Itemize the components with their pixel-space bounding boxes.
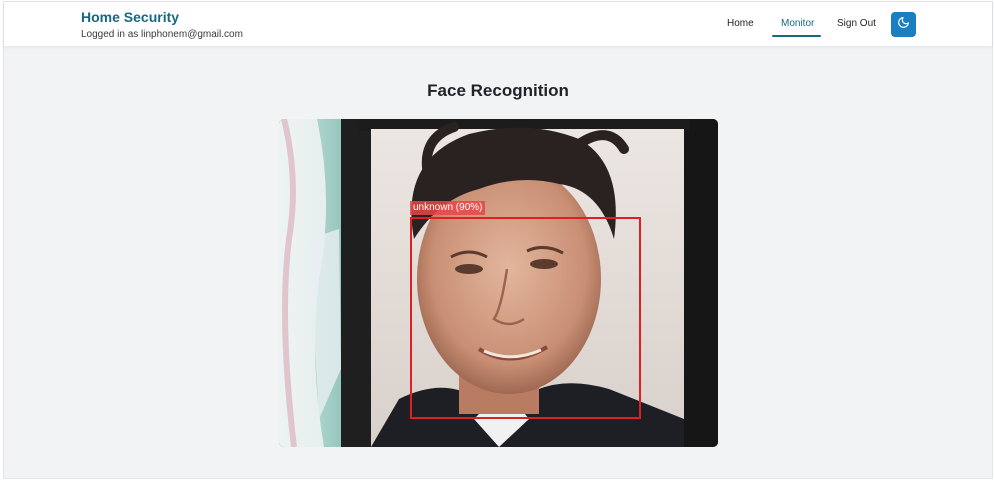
sign-out-button[interactable]: Sign Out — [837, 18, 876, 29]
logged-in-status: Logged in as linphonem@gmail.com — [81, 29, 243, 40]
app-frame: Home Security Logged in as linphonem@gma… — [3, 1, 993, 479]
nav-monitor-link[interactable]: Monitor — [781, 18, 814, 29]
page-title: Face Recognition — [427, 81, 569, 100]
theme-toggle-button[interactable] — [891, 12, 916, 37]
camera-feed: unknown (90%) — [279, 119, 718, 447]
face-detection-box — [410, 217, 641, 419]
nav-home-link[interactable]: Home — [727, 18, 754, 29]
navbar: Home Security Logged in as linphonem@gma… — [4, 2, 992, 46]
face-detection-label: unknown (90%) — [410, 201, 486, 215]
brand-title[interactable]: Home Security — [81, 9, 179, 25]
nav-active-indicator — [772, 35, 821, 37]
moon-icon — [897, 16, 910, 34]
